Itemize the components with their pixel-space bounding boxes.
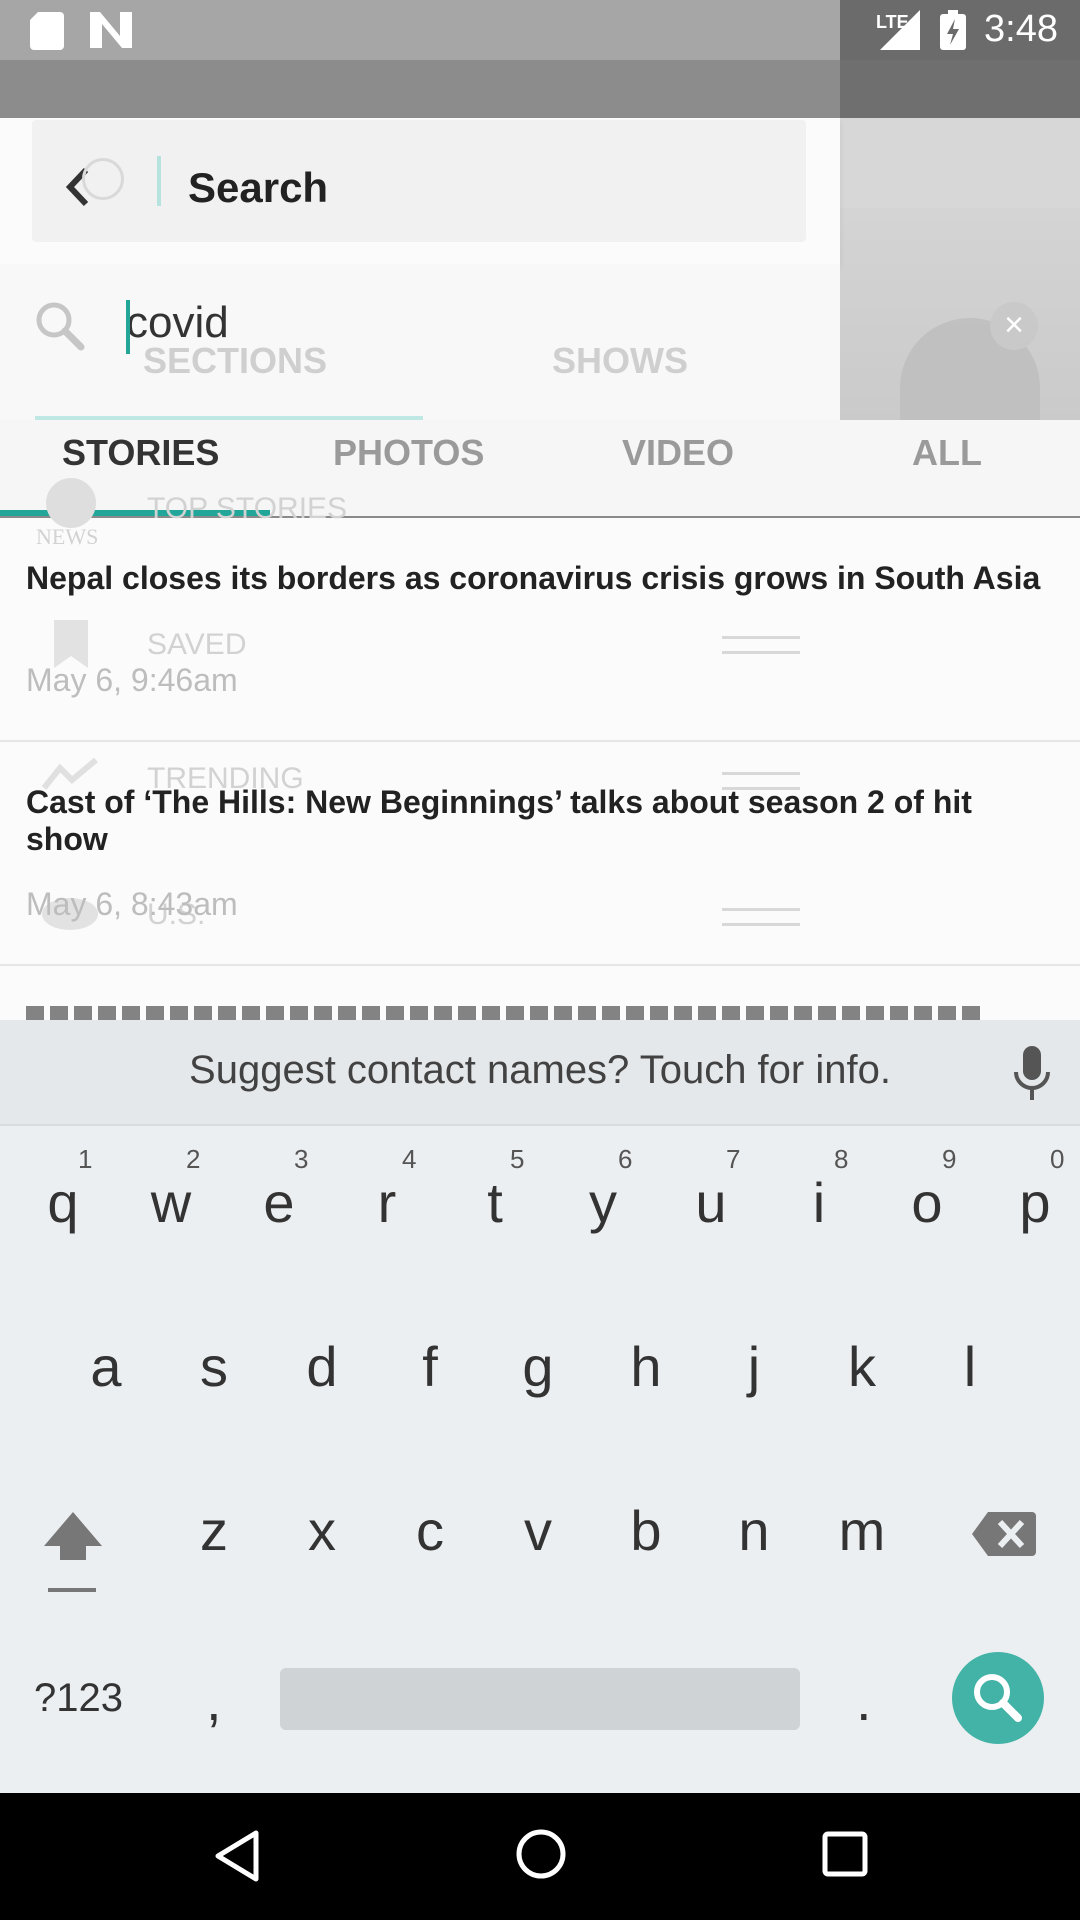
key-hint-4: 4 bbox=[402, 1144, 417, 1174]
key-l[interactable]: l bbox=[925, 1334, 1015, 1399]
signal-icon bbox=[880, 10, 920, 50]
result-cutoff bbox=[26, 1006, 986, 1020]
tab-stories[interactable]: STORIES bbox=[62, 432, 219, 474]
key-hint-6: 6 bbox=[618, 1144, 633, 1174]
key-x[interactable]: x bbox=[277, 1498, 367, 1563]
key-t[interactable]: t bbox=[450, 1170, 540, 1235]
drag-handle-icon bbox=[722, 908, 800, 926]
result-date: May 6, 8:43am bbox=[26, 886, 238, 922]
key-g[interactable]: g bbox=[493, 1334, 583, 1399]
key-hint-9: 9 bbox=[942, 1144, 957, 1174]
key-hint-2: 2 bbox=[186, 1144, 201, 1174]
result-title[interactable]: Nepal closes its borders as coronavirus … bbox=[26, 560, 1056, 597]
microphone-icon[interactable] bbox=[1012, 1046, 1052, 1102]
divider bbox=[0, 740, 1080, 742]
key-hint-0: 0 bbox=[1050, 1144, 1065, 1174]
shift-icon[interactable] bbox=[40, 1508, 106, 1598]
suggestion-text[interactable]: Suggest contact names? Touch for info. bbox=[0, 1048, 1080, 1093]
key-q[interactable]: q bbox=[18, 1170, 108, 1235]
period-key[interactable]: . bbox=[856, 1668, 872, 1733]
key-f[interactable]: f bbox=[385, 1334, 475, 1399]
key-d[interactable]: d bbox=[277, 1334, 367, 1399]
divider bbox=[0, 964, 1080, 966]
drag-handle-icon bbox=[722, 636, 800, 654]
key-y[interactable]: y bbox=[558, 1170, 648, 1235]
ghost-tab-sections: SECTIONS bbox=[143, 340, 328, 381]
key-h[interactable]: h bbox=[601, 1334, 691, 1399]
home-nav-icon[interactable] bbox=[514, 1827, 568, 1881]
key-o[interactable]: o bbox=[882, 1170, 972, 1235]
bookmark-icon bbox=[54, 620, 88, 668]
clock: 3:48 bbox=[984, 8, 1058, 50]
keyboard-search-button[interactable] bbox=[952, 1652, 1044, 1744]
key-n[interactable]: n bbox=[709, 1498, 799, 1563]
key-hint-7: 7 bbox=[726, 1144, 741, 1174]
abc-logo-icon bbox=[46, 478, 96, 528]
key-hint-1: 1 bbox=[78, 1144, 93, 1174]
text-cursor bbox=[126, 300, 130, 354]
key-hint-3: 3 bbox=[294, 1144, 309, 1174]
key-s[interactable]: s bbox=[169, 1334, 259, 1399]
results-list: NEWS TOP STORIES SAVED TRENDING U.S. Nep… bbox=[0, 478, 1080, 1020]
search-icon bbox=[974, 1674, 1022, 1722]
key-c[interactable]: c bbox=[385, 1498, 475, 1563]
space-key[interactable] bbox=[280, 1668, 800, 1730]
page-title: Search bbox=[188, 164, 329, 211]
tab-photos[interactable]: PHOTOS bbox=[333, 432, 484, 474]
notification-n-icon bbox=[90, 12, 132, 48]
ghost-tab-shows: SHOWS bbox=[552, 340, 689, 381]
key-i[interactable]: i bbox=[774, 1170, 864, 1235]
search-icon bbox=[36, 302, 85, 351]
key-v[interactable]: v bbox=[493, 1498, 583, 1563]
ghost-item-saved: SAVED bbox=[147, 628, 247, 661]
key-m[interactable]: m bbox=[817, 1498, 907, 1563]
key-hint-5: 5 bbox=[510, 1144, 525, 1174]
tab-video[interactable]: VIDEO bbox=[622, 432, 734, 474]
ghost-search-icon bbox=[82, 158, 124, 200]
close-icon: × bbox=[1004, 306, 1024, 344]
symbols-key[interactable]: ?123 bbox=[34, 1676, 123, 1721]
key-b[interactable]: b bbox=[601, 1498, 691, 1563]
key-k[interactable]: k bbox=[817, 1334, 907, 1399]
navigation-bar bbox=[0, 1793, 1080, 1920]
tab-all[interactable]: ALL bbox=[912, 432, 982, 474]
key-j[interactable]: j bbox=[709, 1334, 799, 1399]
key-u[interactable]: u bbox=[666, 1170, 756, 1235]
back-nav-icon[interactable] bbox=[212, 1829, 262, 1883]
result-title[interactable]: Cast of ‘The Hills: New Beginnings’ talk… bbox=[26, 784, 1056, 858]
key-z[interactable]: z bbox=[169, 1498, 259, 1563]
key-a[interactable]: a bbox=[61, 1334, 151, 1399]
clear-search-button[interactable]: × bbox=[990, 302, 1038, 350]
backspace-icon[interactable] bbox=[972, 1510, 1036, 1558]
battery-charging-icon bbox=[940, 10, 966, 50]
status-bar: LTE 3:48 bbox=[0, 0, 1080, 60]
result-date: May 6, 9:46am bbox=[26, 662, 238, 698]
ghost-item-top-stories: TOP STORIES bbox=[147, 492, 348, 525]
overlay-band bbox=[0, 60, 1080, 118]
ghost-news-label: NEWS bbox=[36, 524, 99, 549]
key-r[interactable]: r bbox=[342, 1170, 432, 1235]
key-w[interactable]: w bbox=[126, 1170, 216, 1235]
ghost-search-card bbox=[32, 120, 806, 242]
header-caret bbox=[157, 156, 161, 206]
key-p[interactable]: p bbox=[990, 1170, 1080, 1235]
sd-card-icon bbox=[30, 12, 64, 50]
recents-nav-icon[interactable] bbox=[822, 1831, 868, 1877]
comma-key[interactable]: , bbox=[206, 1668, 222, 1733]
key-e[interactable]: e bbox=[234, 1170, 324, 1235]
key-hint-8: 8 bbox=[834, 1144, 849, 1174]
